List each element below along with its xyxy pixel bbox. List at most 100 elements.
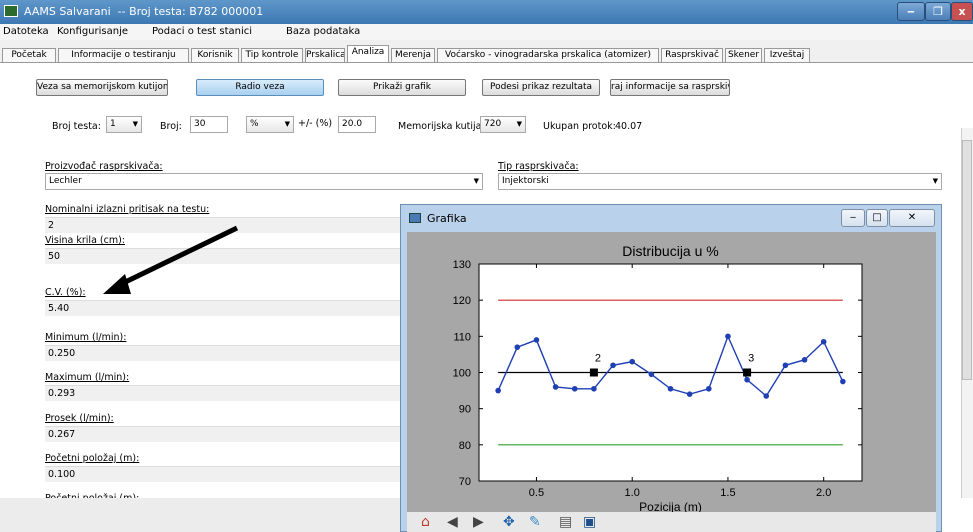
tab-atomizer[interactable]: Voćarsko - vinogradarska prskalica (atom… xyxy=(437,48,659,63)
data-point xyxy=(840,378,846,385)
data-point xyxy=(648,371,655,378)
save-icon[interactable]: ▣ xyxy=(583,514,596,530)
count-label: Broj: xyxy=(160,121,182,132)
memory-box-button[interactable]: Veza sa memorijskom kutijom xyxy=(36,79,168,96)
unit-select[interactable]: % ▼ xyxy=(246,116,294,133)
minimum-label: Minimum (l/min): xyxy=(45,332,127,343)
data-point xyxy=(744,376,750,383)
tab-skener[interactable]: Skener xyxy=(725,48,762,63)
forward-icon[interactable]: ▶ xyxy=(473,514,484,530)
tab-rasprskivac[interactable]: Rasprskivač xyxy=(661,48,723,63)
configure-icon[interactable]: ▤ xyxy=(559,514,572,530)
nozzle-type-value: Injektorski xyxy=(502,176,549,186)
graph-minimize-button[interactable]: ‒ xyxy=(841,209,865,227)
menu-bar: Datoteka Konfigurisanje Podaci o test st… xyxy=(0,24,973,40)
x-axis-label: Pozicija (m) xyxy=(639,500,702,512)
tab-izvestaj[interactable]: Izveštaj xyxy=(764,48,810,63)
y-tick-label: 130 xyxy=(453,259,471,271)
chevron-down-icon: ▼ xyxy=(516,120,522,128)
title-bar: AAMS Salvarani -- Broj testa: B782 00000… xyxy=(0,0,973,24)
annotation-arrow-icon xyxy=(103,225,239,294)
scroll-thumb[interactable] xyxy=(962,140,972,380)
tab-analiza[interactable]: Analiza xyxy=(347,45,389,63)
average-value: 0.267 xyxy=(45,426,445,442)
x-tick-label: 1.0 xyxy=(625,487,640,499)
test-number-value: 1 xyxy=(110,119,116,129)
data-point xyxy=(667,385,674,392)
total-flow-value: 40.07 xyxy=(615,121,643,132)
show-graph-button[interactable]: Prikaži grafik xyxy=(338,79,466,96)
radio-button[interactable]: Radio veza xyxy=(196,79,324,96)
chevron-down-icon: ▼ xyxy=(132,120,138,128)
memory-box-value: 720 xyxy=(484,119,502,129)
status-bar xyxy=(0,498,400,532)
tab-pocetak[interactable]: Početak xyxy=(2,48,56,63)
memory-box-label: Memorijska kutija: xyxy=(398,121,485,132)
menu-baza[interactable]: Baza podataka xyxy=(286,26,360,37)
start-position-label: Početni položaj (m): xyxy=(45,453,140,464)
back-icon[interactable]: ◀ xyxy=(447,514,458,530)
data-point xyxy=(533,337,540,343)
data-point xyxy=(686,391,693,397)
close-button[interactable]: x xyxy=(951,2,973,21)
manufacturer-label: Proizvođač rasprskivača: xyxy=(45,161,163,172)
x-tick-label: 0.5 xyxy=(529,487,544,499)
graph-maximize-button[interactable]: □ xyxy=(866,209,888,227)
manufacturer-select[interactable]: Lechler ▼ xyxy=(45,173,483,190)
data-point xyxy=(610,362,616,369)
tab-korisnik[interactable]: Korisnik xyxy=(191,48,239,63)
memory-box-select[interactable]: 720 ▼ xyxy=(480,116,526,133)
tab-prskalica[interactable]: Prskalica xyxy=(305,48,345,63)
maximum-label: Maximum (l/min): xyxy=(45,372,130,383)
data-point xyxy=(591,385,597,392)
y-tick-label: 120 xyxy=(453,295,471,307)
minimum-value: 0.250 xyxy=(45,345,445,361)
result-display-button[interactable]: Podesi prikaz rezultata xyxy=(482,79,600,96)
tab-tip-kontrole[interactable]: Tip kontrole xyxy=(241,48,303,63)
graph-close-button[interactable]: ✕ xyxy=(889,209,935,227)
chart-title: Distribucija u % xyxy=(622,243,718,259)
test-number-select[interactable]: 1 ▼ xyxy=(106,116,142,133)
data-point xyxy=(782,362,789,369)
tab-informacije[interactable]: Informacije o testiranju xyxy=(58,48,189,63)
data-point xyxy=(801,357,808,363)
chevron-down-icon: ▼ xyxy=(932,177,938,185)
x-tick-label: 2.0 xyxy=(816,487,831,499)
data-point xyxy=(514,344,521,350)
tolerance-label: +/- (%) xyxy=(298,118,333,129)
y-tick-label: 110 xyxy=(453,331,471,343)
chevron-down-icon: ▼ xyxy=(473,177,479,185)
minimize-button[interactable]: ‒ xyxy=(897,2,925,21)
start-position-value: 0.100 xyxy=(45,466,445,482)
data-point xyxy=(820,338,827,345)
pan-icon[interactable]: ✥ xyxy=(503,514,515,530)
chevron-down-icon: ▼ xyxy=(284,120,290,128)
marker-square xyxy=(589,368,598,377)
nozzle-type-label: Tip rasprskivača: xyxy=(498,161,579,172)
y-tick-label: 80 xyxy=(459,440,471,452)
pressure-label: Nominalni izlazni pritisak na testu: xyxy=(45,204,210,215)
tolerance-input[interactable]: 20.0 xyxy=(338,116,376,133)
cv-label: C.V. (%): xyxy=(45,287,86,298)
marker-label: 2 xyxy=(595,353,601,365)
zoom-icon[interactable]: ✎ xyxy=(529,514,541,530)
cv-value: 5.40 xyxy=(45,300,445,316)
window-title: AAMS Salvarani -- Broj testa: B782 00000… xyxy=(24,5,264,18)
maximize-button[interactable]: ❐ xyxy=(925,2,951,21)
nozzle-info-button[interactable]: raj informacije sa rasprskiv xyxy=(610,79,730,96)
nozzle-type-select[interactable]: Injektorski ▼ xyxy=(498,173,942,190)
data-point xyxy=(552,384,559,390)
marker-label: 3 xyxy=(748,353,754,365)
test-number-label: Broj testa: xyxy=(52,121,101,132)
menu-konfigurisanje[interactable]: Konfigurisanje xyxy=(57,26,128,37)
graph-window-icon xyxy=(409,213,421,223)
menu-datoteka[interactable]: Datoteka xyxy=(3,26,49,37)
data-point xyxy=(706,385,712,392)
menu-podaci[interactable]: Podaci o test stanici xyxy=(152,26,252,37)
home-icon[interactable]: ⌂ xyxy=(421,514,430,530)
count-input[interactable]: 30 xyxy=(190,116,228,133)
tab-merenja[interactable]: Merenja xyxy=(391,48,435,63)
tab-bar: Početak Informacije o testiranju Korisni… xyxy=(0,40,973,63)
unit-value: % xyxy=(250,119,259,129)
y-tick-label: 70 xyxy=(459,476,471,488)
